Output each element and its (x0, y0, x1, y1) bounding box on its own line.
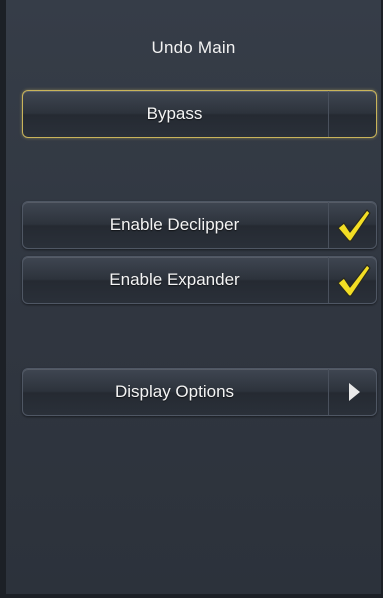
bypass-button-label: Bypass (146, 104, 203, 123)
arrow-right-icon (348, 383, 360, 401)
display-options-expand[interactable] (328, 369, 376, 415)
enable-declipper-toggle[interactable] (328, 202, 376, 248)
enable-expander-label: Enable Expander (109, 270, 240, 289)
enable-declipper-label: Enable Declipper (109, 215, 240, 234)
bypass-button[interactable]: Bypass (22, 90, 377, 138)
checkmark-icon (336, 264, 371, 297)
bypass-button-side (328, 91, 376, 137)
panel-title: Undo Main (151, 38, 236, 57)
enable-expander-toggle[interactable] (328, 257, 376, 303)
checkmark-icon (336, 209, 371, 242)
enable-expander-button[interactable]: Enable Expander (22, 256, 377, 304)
undo-main-panel: Undo Main Bypass Enable Declipper Enable… (0, 0, 383, 598)
enable-declipper-button[interactable]: Enable Declipper (22, 201, 377, 249)
display-options-button[interactable]: Display Options (22, 368, 377, 416)
display-options-label: Display Options (114, 382, 235, 401)
